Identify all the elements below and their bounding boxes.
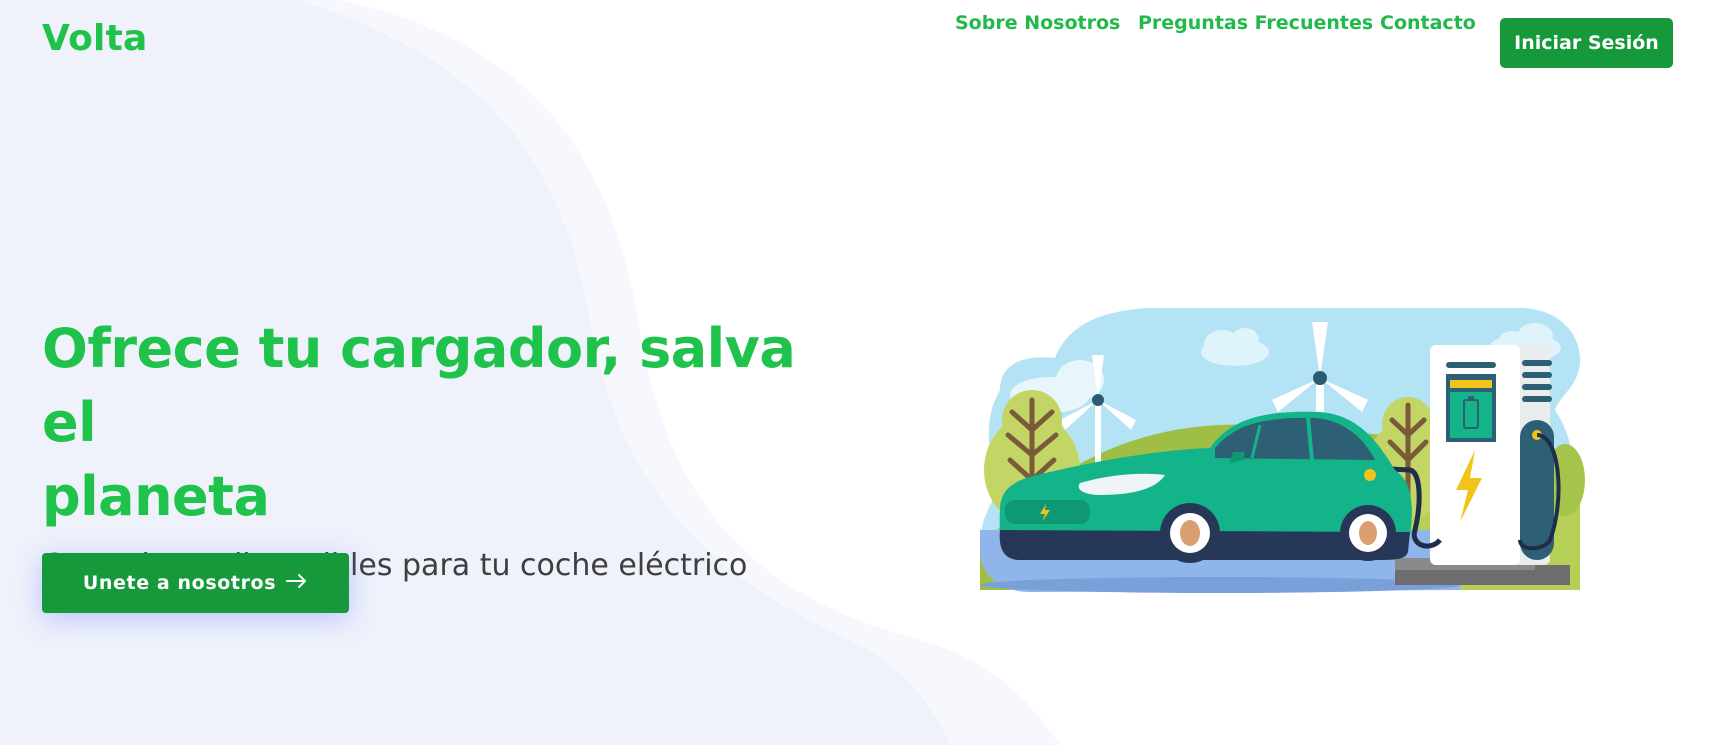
hero-headline-line2: planeta [42, 465, 270, 528]
arrow-right-icon [286, 572, 308, 594]
nav-link-sobre-nosotros[interactable]: Sobre Nosotros [955, 12, 1120, 34]
electric-car-charging-illustration [980, 308, 1585, 593]
hero-section: Ofrece tu cargador, salva el planeta Car… [42, 312, 842, 583]
top-navbar: Volta Sobre Nosotros Preguntas Frecuente… [0, 0, 1711, 86]
join-us-button[interactable]: Unete a nosotros [42, 553, 349, 613]
hero-headline-line1: Ofrece tu cargador, salva el [42, 317, 796, 454]
hero-headline: Ofrece tu cargador, salva el planeta [42, 312, 842, 534]
join-us-label: Unete a nosotros [82, 572, 277, 594]
nav-link-contacto[interactable]: Contacto [1380, 12, 1476, 34]
brand-logo[interactable]: Volta [42, 18, 147, 59]
login-button[interactable]: Iniciar Sesión [1500, 18, 1673, 68]
nav-link-preguntas-frecuentes[interactable]: Preguntas Frecuentes [1138, 12, 1373, 34]
